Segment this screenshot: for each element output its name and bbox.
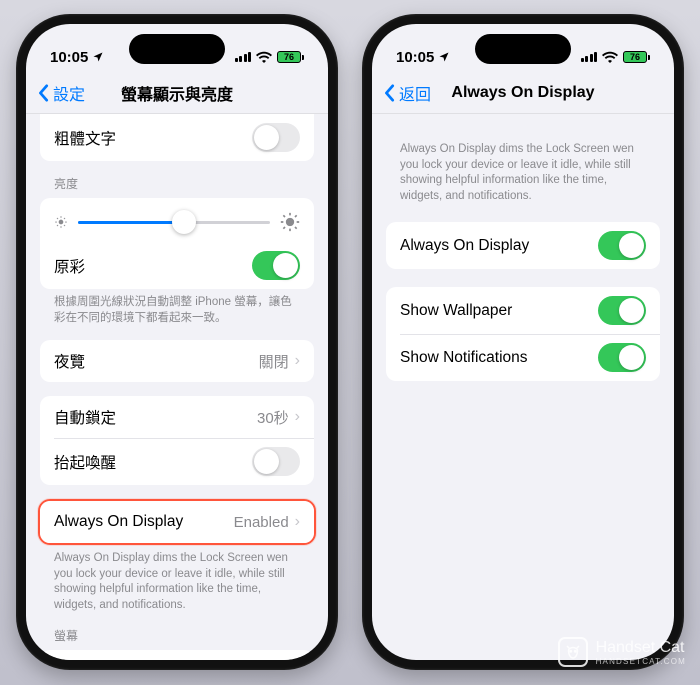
aod-intro: Always On Display dims the Lock Screen w… (372, 132, 674, 204)
show-notifications-label: Show Notifications (400, 349, 598, 367)
raise-to-wake-label: 抬起喚醒 (54, 451, 252, 473)
row-bold-text[interactable]: 粗體文字 (40, 114, 314, 161)
wifi-icon (256, 51, 272, 63)
chevron-right-icon: › (295, 408, 300, 426)
page-title: Always On Display (451, 84, 594, 102)
row-auto-lock[interactable]: 自動鎖定 30秒 › (40, 396, 314, 438)
night-shift-value: 關閉 (259, 351, 289, 372)
back-label: 設定 (53, 81, 85, 105)
row-always-on-display[interactable]: Always On Display Enabled › (40, 501, 314, 543)
true-tone-footer: 根據周圍光線狀況自動調整 iPhone 螢幕，讓色彩在不同的環境下都看起來一致。 (26, 289, 328, 326)
sun-small-icon (54, 215, 68, 229)
wifi-icon (602, 51, 618, 63)
raise-to-wake-toggle[interactable] (252, 447, 300, 476)
row-show-wallpaper[interactable]: Show Wallpaper (386, 287, 660, 334)
true-tone-toggle[interactable] (252, 251, 300, 280)
location-icon (438, 51, 450, 63)
status-time: 10:05 (50, 49, 88, 66)
dynamic-island (475, 34, 571, 64)
show-notifications-toggle[interactable] (598, 343, 646, 372)
row-display-zoom[interactable]: 螢幕縮放 預設值 › (40, 650, 314, 660)
chevron-right-icon: › (295, 513, 300, 531)
dynamic-island (129, 34, 225, 64)
watermark-url: HANDSETCAT.COM (596, 657, 686, 666)
auto-lock-label: 自動鎖定 (54, 406, 257, 428)
aod-highlight: Always On Display Enabled › (38, 499, 316, 545)
brightness-slider-row[interactable] (40, 198, 314, 242)
chevron-left-icon (384, 84, 396, 102)
aod-value: Enabled (234, 514, 289, 531)
aod-label: Always On Display (54, 513, 234, 531)
chevron-right-icon: › (295, 352, 300, 370)
row-true-tone[interactable]: 原彩 (40, 242, 314, 289)
cellular-icon (235, 52, 252, 62)
aod-footer: Always On Display dims the Lock Screen w… (26, 545, 328, 613)
row-night-shift[interactable]: 夜覽 關閉 › (40, 340, 314, 382)
show-wallpaper-label: Show Wallpaper (400, 302, 598, 320)
row-raise-to-wake[interactable]: 抬起喚醒 (40, 438, 314, 485)
aod-master-toggle[interactable] (598, 231, 646, 260)
bold-text-label: 粗體文字 (54, 127, 252, 149)
cellular-icon (581, 52, 598, 62)
auto-lock-value: 30秒 (257, 407, 289, 428)
brightness-slider[interactable] (78, 221, 270, 224)
status-time: 10:05 (396, 49, 434, 66)
row-show-notifications[interactable]: Show Notifications (386, 334, 660, 381)
phone-right: 10:05 76 返回 Always On Display Always (362, 14, 684, 670)
page-title: 螢幕顯示與亮度 (121, 81, 233, 105)
bold-text-toggle[interactable] (252, 123, 300, 152)
battery-icon: 76 (623, 51, 650, 63)
nav-bar: 設定 螢幕顯示與亮度 (26, 72, 328, 114)
watermark: Handset Cat HANDSETCAT.COM (558, 637, 686, 667)
aod-master-label: Always On Display (400, 237, 598, 255)
night-shift-label: 夜覽 (54, 350, 259, 372)
phone-left: 10:05 76 設定 螢幕顯示與亮度 粗體文 (16, 14, 338, 670)
row-aod-master[interactable]: Always On Display (386, 222, 660, 269)
true-tone-label: 原彩 (54, 255, 252, 277)
nav-bar: 返回 Always On Display (372, 72, 674, 114)
show-wallpaper-toggle[interactable] (598, 296, 646, 325)
display-header: 螢幕 (26, 627, 328, 650)
watermark-brand: Handset Cat (596, 639, 686, 657)
back-button[interactable]: 返回 (384, 81, 431, 105)
brightness-header: 亮度 (26, 175, 328, 198)
sun-large-icon (280, 212, 300, 232)
watermark-logo-icon (558, 637, 588, 667)
back-button[interactable]: 設定 (38, 81, 85, 105)
chevron-left-icon (38, 84, 50, 102)
location-icon (92, 51, 104, 63)
battery-icon: 76 (277, 51, 304, 63)
back-label: 返回 (399, 81, 431, 105)
